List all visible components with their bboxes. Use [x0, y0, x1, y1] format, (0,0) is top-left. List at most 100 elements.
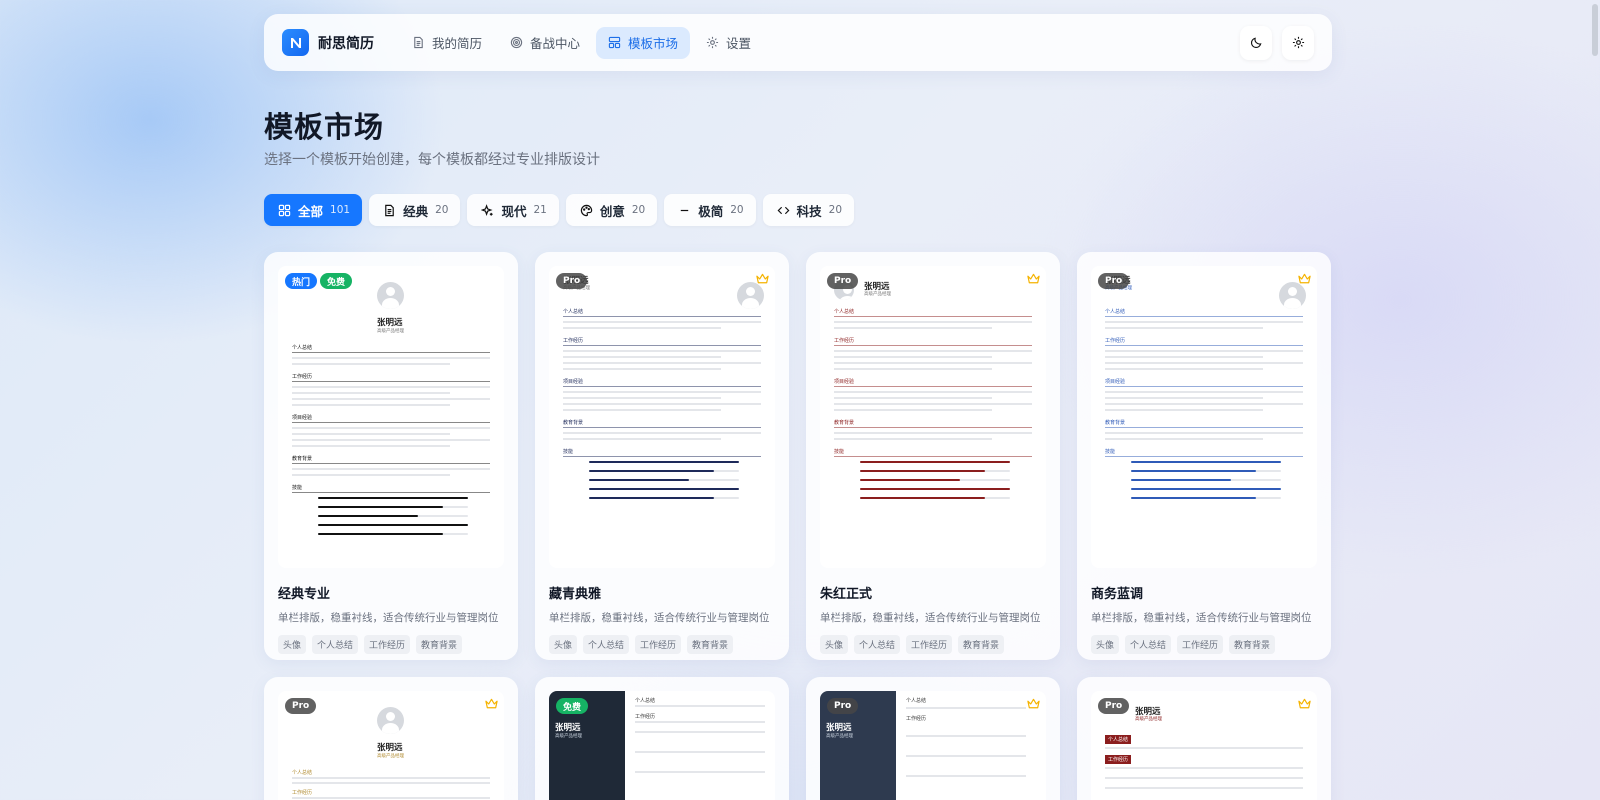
pro-badge: Pro [827, 273, 859, 289]
brand-name[interactable]: 耐思简历 [318, 33, 374, 53]
template-card[interactable]: 热门 免费 张明远 高级产品经理 个人总结 工作经历 项目经验 教育背景 技能 经典专业… [264, 252, 518, 660]
filter-classic[interactable]: 经典 20 [369, 194, 461, 226]
theme-toggle-button[interactable] [1240, 25, 1272, 60]
template-card[interactable]: Pro 张明远 高级产品经理 个人总结 工作经历 [1077, 677, 1331, 800]
target-icon [510, 36, 523, 49]
mock-line [292, 398, 490, 400]
mock-line [563, 327, 721, 329]
mock-role: 高级产品经理 [864, 292, 891, 297]
template-title: 藏青典雅 [549, 587, 602, 602]
mock-line [563, 321, 761, 323]
template-title: 经典专业 [278, 587, 331, 602]
crown-icon [1027, 273, 1040, 284]
template-card[interactable]: Pro 张明远 高级产品经理 个人总结 工作经历 [264, 677, 518, 800]
mock-divider [834, 316, 1032, 317]
mock-line [563, 350, 761, 352]
mock-divider [1105, 316, 1303, 317]
mock-section: 项目经验 [563, 379, 584, 385]
template-preview[interactable]: 免费 张明远 高级产品经理 个人总结 工作经历 [549, 691, 775, 800]
tag: 头像 [549, 635, 578, 654]
page-title: 模板市场 [264, 110, 385, 144]
mock-line [834, 362, 1032, 364]
mock-section: 个人总结 [292, 345, 313, 351]
template-card[interactable]: Pro 张明远 高级产品经理 个人总结工作经历项目经验教育背景技能 藏青典雅 单… [535, 252, 789, 660]
template-preview[interactable]: 热门 免费 张明远 高级产品经理 个人总结 工作经历 项目经验 教育背景 技能 [278, 266, 504, 568]
mock-section: 工作经历 [834, 338, 855, 344]
scroll-thumb[interactable] [1592, 4, 1598, 56]
template-preview[interactable]: Pro 张明远 高级产品经理 个人总结 工作经历 [1091, 691, 1317, 800]
skill-bar [318, 506, 443, 508]
tag: 头像 [1091, 635, 1120, 654]
mock-section: 工作经历 [563, 338, 584, 344]
moon-icon [1250, 37, 1261, 49]
mock-role: 高级产品经理 [377, 329, 404, 334]
template-card[interactable]: Pro 张明远 高级产品经理 个人总结 工作经历 [806, 677, 1060, 800]
hot-badge: 热门 [285, 273, 318, 289]
palette-icon [580, 204, 593, 216]
template-preview[interactable]: Pro 张明远 高级产品经理 个人总结工作经历项目经验教育背景技能 [1091, 266, 1317, 568]
mock-line [1105, 368, 1263, 370]
nav-item-my-resume[interactable]: 我的简历 [400, 27, 494, 59]
scrollbar[interactable] [1590, 0, 1598, 800]
tag: 教育背景 [1229, 635, 1276, 654]
mock-section: 技能 [1105, 449, 1116, 455]
filter-all[interactable]: 全部 101 [264, 194, 363, 226]
skill-bar [1131, 488, 1281, 490]
mock-line [1105, 391, 1303, 393]
mock-section: 个人总结 [834, 309, 855, 315]
mock-line [292, 474, 450, 476]
skill-bar [860, 479, 960, 481]
mock-section: 工作经历 [635, 714, 656, 720]
code-icon [777, 206, 790, 214]
template-tags: 头像 个人总结 工作经历 教育背景 [278, 635, 504, 654]
grid-icon [278, 204, 291, 216]
filter-minimal[interactable]: 极简 20 [664, 194, 756, 226]
template-card[interactable]: Pro 张明远 高级产品经理 个人总结 工作经历 项目经验 教育背景 技能 朱红正式 单… [806, 252, 1060, 660]
template-preview[interactable]: Pro 张明远 高级产品经理 个人总结工作经历项目经验教育背景技能 [820, 266, 1046, 568]
settings-button[interactable] [1282, 25, 1314, 60]
nav-item-prep-center[interactable]: 备战中心 [498, 27, 592, 59]
pro-badge: Pro [556, 273, 588, 289]
skill-bar [318, 533, 443, 535]
mock-line [1105, 356, 1263, 358]
mock-line [834, 350, 1032, 352]
tag: 工作经历 [635, 635, 682, 654]
logo-icon[interactable] [282, 29, 309, 56]
pro-badge: Pro [1098, 698, 1130, 714]
mock-divider [292, 463, 490, 464]
tag: 教育背景 [687, 635, 734, 654]
template-preview[interactable]: Pro 张明远 高级产品经理 个人总结 工作经历 [278, 691, 504, 800]
document-icon [414, 36, 423, 49]
template-card[interactable]: Pro 张明远 高级产品经理 个人总结工作经历项目经验教育背景技能 商务蓝调 单… [1077, 252, 1331, 660]
mock-line [292, 386, 490, 388]
tag: 头像 [278, 635, 307, 654]
mock-line [1105, 438, 1263, 440]
template-preview[interactable]: Pro 张明远 高级产品经理 个人总结工作经历项目经验教育背景技能 [549, 266, 775, 568]
mock-divider [292, 492, 490, 493]
nav-label: 我的简历 [432, 36, 483, 51]
pro-badge: Pro [1098, 273, 1130, 289]
mock-line [635, 751, 765, 753]
mock-line [563, 356, 721, 358]
nav-item-template-market[interactable]: 模板市场 [596, 26, 691, 59]
mock-line [834, 321, 1032, 323]
mock-line [292, 468, 490, 470]
nav-item-settings[interactable]: 设置 [694, 27, 763, 59]
mock-divider [1105, 386, 1303, 387]
template-preview[interactable]: Pro 张明远 高级产品经理 个人总结 工作经历 [820, 691, 1046, 800]
template-desc: 单栏排版，稳重衬线，适合传统行业与管理岗位 [278, 612, 499, 624]
template-card[interactable]: 免费 张明远 高级产品经理 个人总结 工作经历 [535, 677, 789, 800]
filter-creative[interactable]: 创意 20 [565, 194, 658, 226]
mock-line [635, 731, 765, 733]
mock-role: 高级产品经理 [1135, 717, 1162, 722]
mock-line [834, 397, 992, 399]
filter-label: 全部 [298, 203, 324, 219]
skill-bar [318, 524, 468, 526]
mock-divider [292, 352, 490, 353]
mock-section: 个人总结 [1105, 735, 1132, 744]
filter-modern[interactable]: 现代 21 [467, 194, 559, 226]
tag: 工作经历 [906, 635, 953, 654]
mock-section: 工作经历 [1105, 338, 1126, 344]
filter-tech[interactable]: 科技 20 [762, 194, 855, 226]
mock-divider [563, 456, 761, 457]
